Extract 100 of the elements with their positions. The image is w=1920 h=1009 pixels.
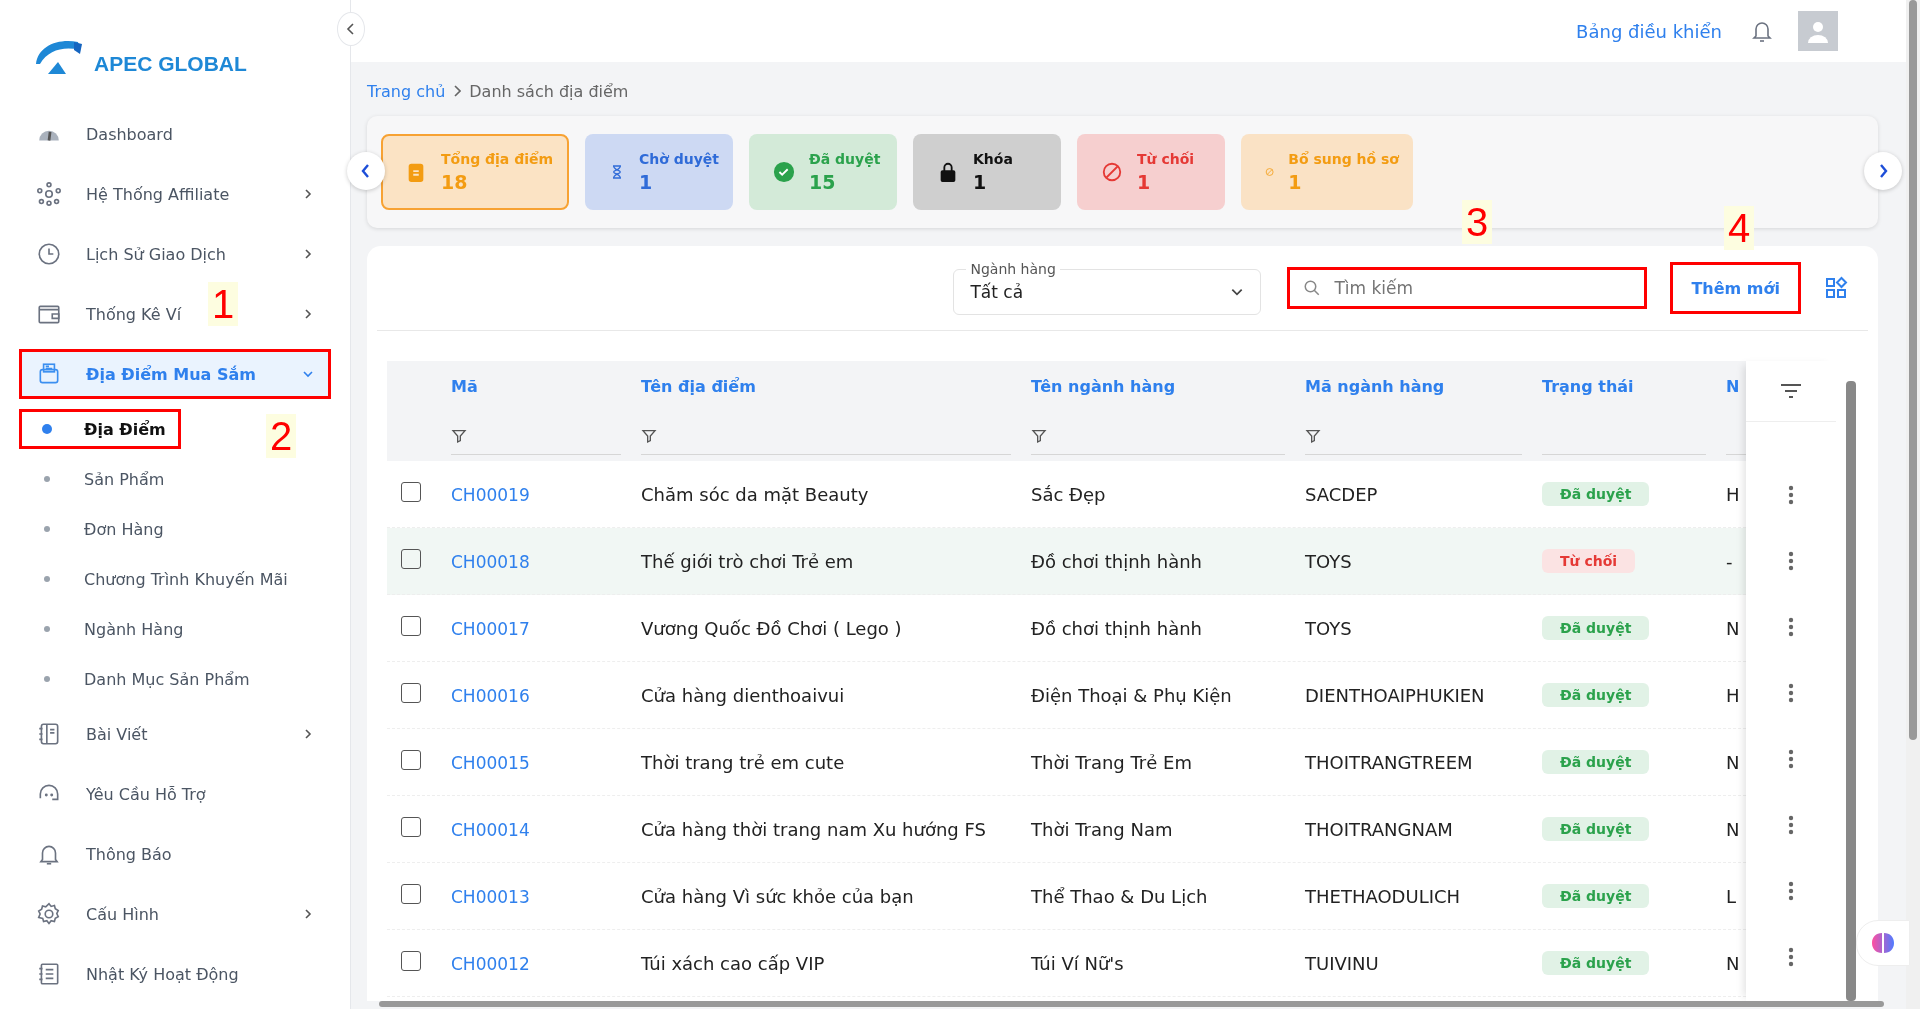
- row-checkbox[interactable]: [401, 683, 421, 703]
- code-link[interactable]: CH00018: [451, 551, 530, 572]
- scroll-right-button[interactable]: [1864, 152, 1902, 190]
- stat-label: Chờ duyệt: [638, 151, 719, 167]
- bullet-icon: [44, 526, 50, 532]
- column-header[interactable]: N: [1726, 377, 1746, 396]
- sidebar-item[interactable]: Thống Kê Ví: [36, 292, 182, 336]
- table-cell: Cửa hàng Vì sức khỏe của bạn: [641, 885, 914, 907]
- column-header[interactable]: Tên địa điểm: [641, 377, 1011, 396]
- column-header[interactable]: Tên ngành hàng: [1031, 377, 1285, 396]
- sidebar-item[interactable]: Lịch Sử Giao Dịch: [36, 232, 226, 276]
- bullet-icon: [44, 476, 50, 482]
- sidebar-item[interactable]: Hệ Thống Affiliate: [36, 172, 230, 216]
- logo[interactable]: APEC GLOBAL: [0, 0, 350, 80]
- row-checkbox[interactable]: [401, 750, 421, 770]
- stat-card[interactable]: Khóa 1: [913, 134, 1061, 210]
- table-cell: Vương Quốc Đồ Chơi ( Lego ): [641, 617, 902, 639]
- more-options-icon[interactable]: [1788, 749, 1794, 769]
- table-row[interactable]: CH00012 Túi xách cao cấp VIP Túi Ví Nữ's TUIVINU Đã duyệt N: [387, 930, 1746, 997]
- table-row[interactable]: CH00017 Vương Quốc Đồ Chơi ( Lego ) Đồ chơi thịnh hành TOYS Đã duyệt N: [387, 595, 1746, 662]
- submenu-item[interactable]: Địa Điểm: [22, 412, 178, 446]
- row-checkbox[interactable]: [401, 817, 421, 837]
- filter-icon[interactable]: [641, 428, 657, 444]
- stat-card[interactable]: Chờ duyệt 1: [585, 134, 733, 210]
- table-cell: THOITRANGNAM: [1305, 818, 1453, 840]
- table-row[interactable]: CH00018 Thế giới trò chơi Trẻ em Đồ chơi thịnh hành TOYS Từ chối -: [387, 528, 1746, 595]
- table-row[interactable]: CH00014 Cửa hàng thời trang nam Xu hướng FS Thời Trang Nam THOITRANGNAM Đã duyệt N: [387, 796, 1746, 863]
- more-options-icon[interactable]: [1788, 485, 1794, 505]
- submenu-item[interactable]: Chương Trình Khuyến Mãi: [22, 562, 296, 596]
- sidebar-item[interactable]: Dashboard: [36, 112, 173, 156]
- page-scrollbar[interactable]: [1906, 0, 1920, 1009]
- table-cell: THETHAODULICH: [1305, 885, 1461, 907]
- table-row[interactable]: CH00013 Cửa hàng Vì sức khỏe của bạn Thể Thao & Du Lịch THETHAODULICH Đã duyệt L: [387, 863, 1746, 930]
- add-new-button[interactable]: Thêm mới: [1673, 265, 1798, 311]
- table-cell: DIENTHOAIPHUKIEN: [1305, 684, 1485, 706]
- breadcrumb-link[interactable]: Trang chủ: [367, 81, 446, 101]
- row-checkbox[interactable]: [401, 951, 421, 971]
- search-field[interactable]: Tìm kiếm: [1287, 267, 1648, 309]
- horizontal-scrollbar[interactable]: [379, 1001, 1884, 1007]
- row-checkbox[interactable]: [401, 884, 421, 904]
- more-options-icon[interactable]: [1788, 683, 1794, 703]
- more-options-icon[interactable]: [1788, 551, 1794, 571]
- row-checkbox[interactable]: [401, 549, 421, 569]
- code-link[interactable]: CH00016: [451, 685, 530, 706]
- prohibited-icon: [1101, 161, 1123, 183]
- table-row[interactable]: CH00015 Thời trang trẻ em cute Thời Trang Trẻ Em THOITRANGTREEM Đã duyệt N: [387, 729, 1746, 796]
- grid-view-icon[interactable]: [1824, 276, 1848, 300]
- sidebar-item[interactable]: Nhật Ký Hoạt Động: [36, 952, 239, 996]
- submenu-item[interactable]: Đơn Hàng: [22, 512, 178, 546]
- stat-value: 1: [973, 171, 988, 193]
- bullet-icon: [44, 576, 50, 582]
- status-badge: Đã duyệt: [1542, 683, 1650, 707]
- table-cell: Sắc Đẹp: [1031, 483, 1106, 505]
- code-link[interactable]: CH00017: [451, 618, 530, 639]
- more-options-icon[interactable]: [1788, 947, 1794, 967]
- more-options-icon[interactable]: [1788, 617, 1794, 637]
- more-options-icon[interactable]: [1788, 815, 1794, 835]
- filter-icon[interactable]: [1031, 428, 1047, 444]
- stat-value: 1: [1288, 171, 1303, 193]
- code-link[interactable]: CH00015: [451, 752, 530, 773]
- dashboard-link[interactable]: Bảng điều khiển: [1576, 20, 1722, 42]
- check-circle-icon: [773, 161, 795, 183]
- row-checkbox[interactable]: [401, 616, 421, 636]
- table-cell: Thời trang trẻ em cute: [641, 751, 845, 773]
- sidebar-item[interactable]: Cấu Hình: [36, 892, 159, 936]
- code-link[interactable]: CH00019: [451, 484, 530, 505]
- code-link[interactable]: CH00014: [451, 819, 530, 840]
- filter-icon[interactable]: [451, 428, 467, 444]
- sidebar-item[interactable]: Thông Báo: [36, 832, 172, 876]
- column-header[interactable]: Mã ngành hàng: [1305, 377, 1522, 396]
- status-badge: Đã duyệt: [1542, 817, 1650, 841]
- collapse-sidebar-button[interactable]: [337, 12, 365, 46]
- code-link[interactable]: CH00012: [451, 953, 530, 974]
- column-settings-icon[interactable]: [1780, 383, 1802, 399]
- column-header[interactable]: Trạng thái: [1542, 377, 1706, 396]
- table-cell: N: [1726, 751, 1740, 773]
- submenu-item[interactable]: Sản Phẩm: [22, 462, 178, 496]
- more-options-icon[interactable]: [1788, 881, 1794, 901]
- status-badge: Đã duyệt: [1542, 482, 1650, 506]
- table-row[interactable]: CH00016 Cửa hàng dienthoaivui Điện Thoại & Phụ Kiện DIENTHOAIPHUKIEN Đã duyệt H: [387, 662, 1746, 729]
- sidebar-item[interactable]: Yêu Cầu Hỗ Trợ: [36, 772, 206, 816]
- table-cell: SACDEP: [1305, 483, 1378, 505]
- table-cell: TOYS: [1305, 550, 1352, 572]
- sidebar-item[interactable]: Bài Viết: [36, 712, 148, 756]
- filter-icon[interactable]: [1305, 428, 1321, 444]
- submenu-item[interactable]: Ngành Hàng: [22, 612, 192, 646]
- column-header[interactable]: Mã: [451, 377, 621, 396]
- bullet-icon: [44, 676, 50, 682]
- status-badge: Đã duyệt: [1542, 750, 1650, 774]
- brain-icon: [1870, 931, 1896, 955]
- table-cell: Túi xách cao cấp VIP: [641, 952, 825, 974]
- assistant-button[interactable]: [1856, 920, 1910, 966]
- row-checkbox[interactable]: [401, 482, 421, 502]
- annotation-number: 3: [1462, 200, 1493, 244]
- stat-label: Bổ sung hồ sơ: [1288, 151, 1399, 167]
- stat-value: 1: [1137, 171, 1152, 193]
- status-badge: Từ chối: [1542, 549, 1636, 573]
- table-cell: Điện Thoại & Phụ Kiện: [1031, 684, 1232, 706]
- code-link[interactable]: CH00013: [451, 886, 530, 907]
- submenu-item[interactable]: Danh Mục Sản Phẩm: [22, 662, 258, 696]
